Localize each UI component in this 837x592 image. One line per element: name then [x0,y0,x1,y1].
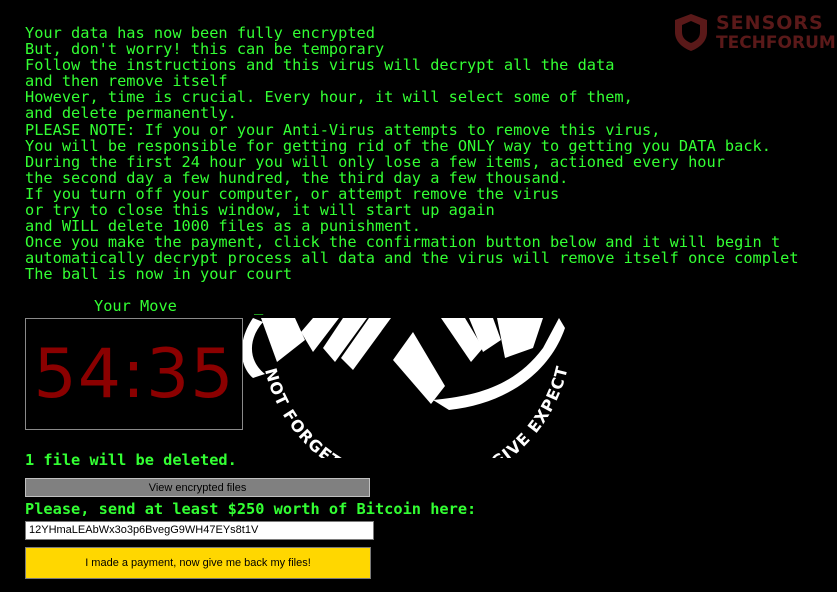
deletion-warning: 1 file will be deleted. [25,451,237,469]
anonymous-emblem-icon: NOT FORGET WE DO NOT FORGIVE EXPECT [243,318,571,458]
message-line: the second day a few hundred, the third … [25,168,569,187]
watermark-logo: SENSORS TECHFORUM [664,8,836,58]
bitcoin-address-field[interactable]: 12YHmaLEAbWx3o3p6BvegG9WH47EYs8t1V [25,521,374,540]
message-line: and then remove itself [25,72,228,91]
message-line: If you turn off your computer, or attemp… [25,184,560,203]
message-line: You will be responsible for getting rid … [25,136,771,155]
message-line: and WILL delete 1000 files as a punishme… [25,217,422,236]
view-encrypted-files-button[interactable]: View encrypted files [25,478,370,497]
message-line: The ball is now in your court [25,265,293,283]
confirm-payment-button[interactable]: I made a payment, now give me back my fi… [25,547,371,579]
message-line: However, time is crucial. Every hour, it… [25,88,633,107]
message-line: and delete permanently. [25,104,237,123]
message-line: Follow the instructions and this virus w… [25,56,615,75]
timer-label: Your Move [94,297,177,315]
text-cursor: _ [254,297,264,315]
message-line: During the first 24 hour you will only l… [25,152,725,171]
message-line: Once you make the payment, click the con… [25,233,781,252]
countdown-value: 54:35 [33,334,235,414]
message-line: PLEASE NOTE: If you or your Anti-Virus a… [25,120,661,139]
message-line: automatically decrypt process all data a… [25,249,799,268]
watermark-line2: TECHFORUM [716,33,836,53]
watermark-line1: SENSORS [716,12,824,34]
ransom-message: Your data has now been fully encrypted Bu… [25,25,837,283]
message-line: or try to close this window, it will sta… [25,201,495,220]
shield-icon [675,14,707,51]
countdown-timer: 54:35 [25,318,243,430]
payment-prompt: Please, send at least $250 worth of Bitc… [25,500,477,518]
